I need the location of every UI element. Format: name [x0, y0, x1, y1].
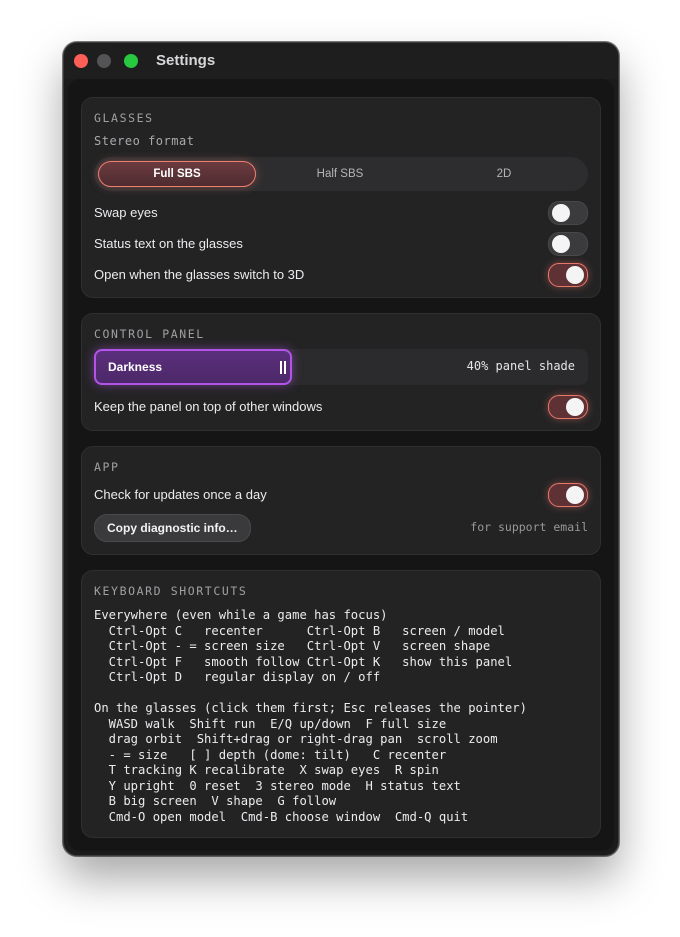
stereo-format-segmented-control: Full SBS Half SBS 2D — [94, 157, 588, 191]
toggle-knob — [552, 204, 570, 222]
settings-window: Settings GLASSES Stereo format Full SBS … — [63, 42, 619, 856]
swap-eyes-toggle[interactable] — [548, 201, 588, 225]
stereo-format-label: Stereo format — [94, 134, 195, 148]
toggle-knob — [566, 486, 584, 504]
swap-eyes-label: Swap eyes — [94, 205, 158, 220]
check-updates-label: Check for updates once a day — [94, 487, 267, 502]
darkness-slider[interactable]: Darkness 40% panel shade — [94, 349, 588, 385]
shortcuts-list: Everywhere (even while a game has focus)… — [94, 608, 527, 824]
slider-grip-handle[interactable] — [280, 361, 282, 374]
status-text-toggle[interactable] — [548, 232, 588, 256]
status-text-label: Status text on the glasses — [94, 236, 243, 251]
darkness-value-text: 40% panel shade — [466, 359, 575, 373]
check-updates-toggle[interactable] — [548, 483, 588, 507]
open-on-3d-toggle[interactable] — [548, 263, 588, 287]
glasses-section: GLASSES Stereo format Full SBS Half SBS … — [81, 97, 601, 298]
section-header-control-panel: CONTROL PANEL — [94, 327, 205, 341]
darkness-slider-fill[interactable]: Darkness — [94, 349, 292, 385]
darkness-slider-label: Darkness — [108, 360, 163, 374]
minimize-window-button[interactable] — [97, 54, 111, 68]
segment-2d[interactable]: 2D — [424, 157, 584, 191]
segment-full-sbs[interactable]: Full SBS — [98, 161, 256, 187]
toggle-knob — [552, 235, 570, 253]
keep-on-top-label: Keep the panel on top of other windows — [94, 399, 323, 414]
copy-diagnostic-button[interactable]: Copy diagnostic info… — [94, 514, 251, 542]
title-bar[interactable]: Settings — [64, 43, 618, 79]
support-email-hint: for support email — [470, 520, 588, 534]
section-header-glasses: GLASSES — [94, 111, 154, 125]
open-on-3d-label: Open when the glasses switch to 3D — [94, 267, 305, 282]
close-window-button[interactable] — [74, 54, 88, 68]
section-header-keyboard-shortcuts: KEYBOARD SHORTCUTS — [94, 584, 248, 598]
toggle-knob — [566, 398, 584, 416]
zoom-window-button[interactable] — [124, 54, 138, 68]
segment-half-sbs[interactable]: Half SBS — [260, 157, 420, 191]
settings-content: GLASSES Stereo format Full SBS Half SBS … — [68, 79, 614, 851]
keep-on-top-toggle[interactable] — [548, 395, 588, 419]
app-section: APP Check for updates once a day Copy di… — [81, 446, 601, 555]
keyboard-shortcuts-section: KEYBOARD SHORTCUTS Everywhere (even whil… — [81, 570, 601, 838]
control-panel-section: CONTROL PANEL Darkness 40% panel shade K… — [81, 313, 601, 431]
toggle-knob — [566, 266, 584, 284]
window-title: Settings — [156, 52, 216, 69]
section-header-app: APP — [94, 460, 120, 474]
